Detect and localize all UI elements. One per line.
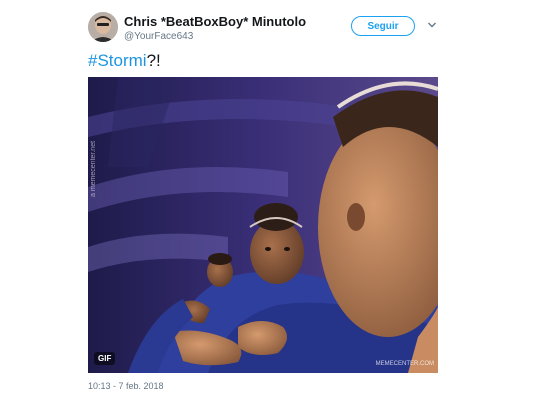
gif-media[interactable]: a memecenter.net GIF MEMECENTER.COM — [88, 77, 438, 373]
avatar-image — [88, 12, 118, 42]
media-watermark-left: a memecenter.net — [90, 140, 97, 197]
gif-frame-image — [88, 77, 438, 373]
tweet-text: #Stormi?! — [88, 51, 161, 71]
tweet-timestamp[interactable]: 10:13 - 7 feb. 2018 — [88, 381, 164, 391]
user-handle[interactable]: @YourFace643 — [124, 31, 193, 42]
media-watermark-right: MEMECENTER.COM — [375, 361, 434, 367]
display-name[interactable]: Chris *BeatBoxBoy* Minutolo — [124, 14, 306, 29]
gif-badge: GIF — [94, 352, 116, 365]
hashtag-link[interactable]: #Stormi — [88, 51, 147, 70]
chevron-down-icon[interactable] — [427, 20, 437, 30]
follow-button[interactable]: Seguir — [351, 16, 415, 36]
tweet-text-suffix: ?! — [146, 51, 161, 70]
tweet-card: Chris *BeatBoxBoy* Minutolo @YourFace643… — [0, 0, 533, 400]
avatar[interactable] — [88, 12, 118, 42]
